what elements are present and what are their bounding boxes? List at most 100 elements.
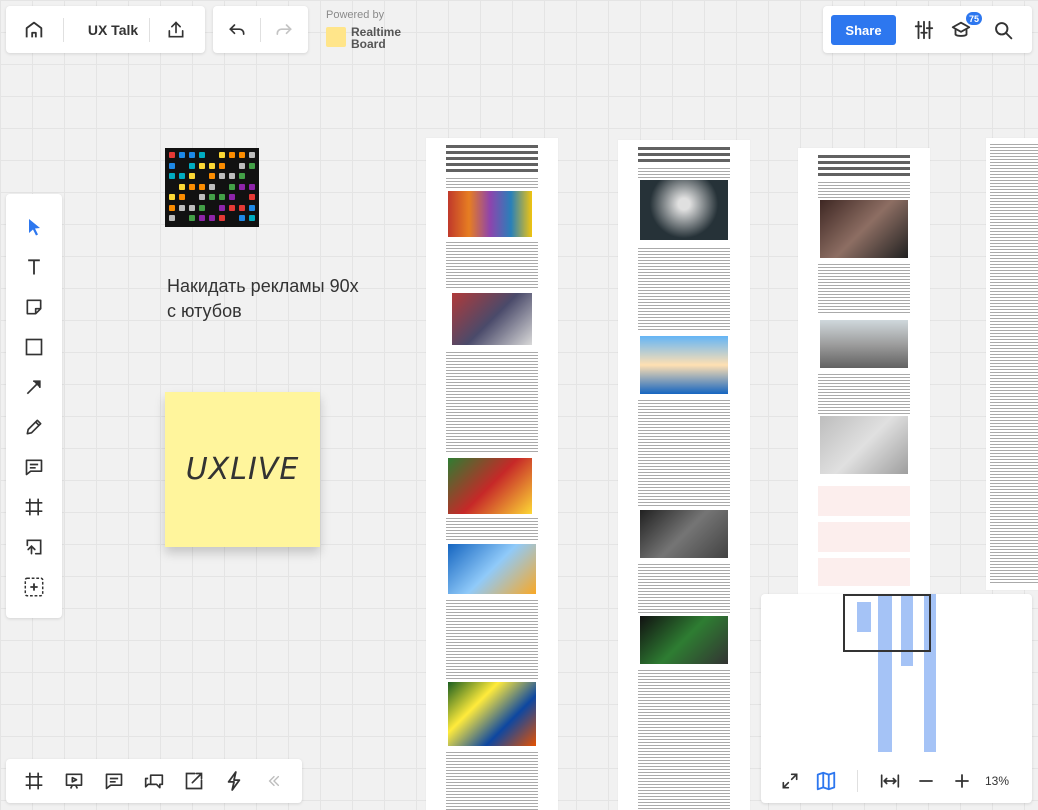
map-icon[interactable]: [813, 768, 839, 794]
desktop-app-icon: [179, 183, 185, 190]
sticky-note-icon[interactable]: [19, 292, 49, 322]
undo-icon[interactable]: [221, 16, 253, 44]
desktop-app-icon: [169, 194, 175, 200]
desktop-screenshot-image[interactable]: [165, 148, 259, 227]
desktop-app-icon: [229, 152, 235, 158]
article-image: [448, 544, 536, 594]
divider: [260, 18, 261, 42]
desktop-app-icon: [179, 152, 185, 158]
article-image: [448, 458, 532, 514]
desktop-app-icon: [209, 215, 215, 221]
article-headline: [818, 155, 910, 177]
desktop-app-icon: [179, 194, 185, 200]
desktop-app-icon: [189, 152, 195, 158]
powered-by[interactable]: Powered by Realtime Board: [326, 9, 401, 50]
desktop-app-icon: [169, 152, 175, 158]
article-text: [818, 264, 910, 314]
desktop-app-icon: [209, 162, 215, 169]
desktop-app-icon: [219, 204, 225, 211]
article-screenshot-3[interactable]: [798, 148, 930, 598]
desktop-app-icon: [239, 152, 245, 158]
history-panel: [213, 6, 308, 53]
realtime-board-logo: [326, 27, 346, 47]
canvas-text-block[interactable]: Накидать рекламы 90х с ютубов: [167, 274, 397, 324]
desktop-app-icon: [199, 152, 205, 158]
board-title[interactable]: UX Talk: [78, 6, 148, 53]
desktop-app-icon: [169, 162, 175, 169]
fit-width-icon[interactable]: [875, 768, 905, 794]
desktop-app-icon: [209, 173, 215, 179]
article-text: [818, 182, 910, 198]
upload-icon[interactable]: [19, 532, 49, 562]
screen-share-icon[interactable]: [180, 768, 208, 794]
desktop-app-icon: [219, 194, 225, 200]
article-text: [818, 374, 910, 414]
article-text: [818, 486, 910, 586]
desktop-app-icon: [249, 162, 255, 169]
desktop-app-icon: [169, 173, 175, 179]
desktop-app-icon: [209, 194, 215, 200]
canvas-text-line-2: с ютубов: [167, 301, 242, 321]
bottom-toolbar: [6, 759, 302, 803]
desktop-app-icon: [239, 215, 245, 221]
share-button[interactable]: Share: [831, 15, 896, 45]
chat-icon[interactable]: [100, 768, 128, 794]
minimap-viewport[interactable]: [843, 594, 931, 652]
home-icon[interactable]: [16, 16, 52, 44]
article-screenshot-1[interactable]: [426, 138, 558, 810]
desktop-app-icon: [189, 204, 195, 211]
text-icon[interactable]: [19, 252, 49, 282]
article-screenshot-4[interactable]: [986, 138, 1038, 590]
cursor-icon[interactable]: [19, 212, 49, 242]
desktop-app-icon: [189, 162, 195, 169]
article-image: [820, 200, 908, 258]
desktop-app-icon: [189, 215, 195, 221]
frame-icon[interactable]: [19, 492, 49, 522]
zoom-level[interactable]: 13%: [985, 774, 1009, 788]
desktop-app-icon: [219, 152, 225, 158]
export-icon[interactable]: [158, 16, 194, 44]
powered-by-label: Powered by: [326, 9, 385, 21]
desktop-app-icon: [169, 215, 175, 221]
presentation-icon[interactable]: [60, 768, 88, 794]
desktop-app-icon: [239, 173, 245, 179]
desktop-app-icon: [239, 204, 245, 211]
canvas-text-line-1: Накидать рекламы 90х: [167, 276, 359, 296]
fullscreen-icon[interactable]: [777, 768, 803, 794]
article-image: [640, 616, 728, 664]
article-text: [446, 352, 538, 452]
settings-sliders-icon[interactable]: [909, 16, 939, 44]
shape-icon[interactable]: [19, 332, 49, 362]
brand-line-2: Board: [351, 37, 386, 51]
left-toolbar: [6, 194, 62, 618]
redo-icon[interactable]: [268, 16, 300, 44]
desktop-app-icon: [219, 215, 225, 221]
article-image: [452, 293, 532, 345]
pen-icon[interactable]: [19, 412, 49, 442]
desktop-app-icon: [249, 194, 255, 200]
desktop-app-icon: [199, 204, 205, 211]
activity-icon[interactable]: [220, 768, 248, 794]
desktop-app-icon: [209, 183, 215, 190]
zoom-out-icon[interactable]: [913, 768, 939, 794]
comments-icon[interactable]: [140, 768, 168, 794]
article-text: [446, 242, 538, 290]
desktop-app-icon: [229, 183, 235, 190]
minimap[interactable]: 13%: [761, 594, 1032, 803]
sticky-note-text: UXLIVE: [185, 452, 300, 487]
zoom-in-icon[interactable]: [949, 768, 975, 794]
desktop-app-icon: [239, 162, 245, 169]
comment-icon[interactable]: [19, 452, 49, 482]
desktop-app-icon: [249, 204, 255, 211]
divider: [63, 18, 64, 42]
more-tools-icon[interactable]: [19, 572, 49, 602]
article-screenshot-2[interactable]: [618, 140, 750, 810]
arrow-icon[interactable]: [19, 372, 49, 402]
article-text: [446, 752, 538, 810]
desktop-app-icon: [219, 173, 225, 179]
sticky-note[interactable]: UXLIVE: [165, 392, 320, 547]
search-icon[interactable]: [987, 16, 1019, 44]
article-text: [638, 400, 730, 506]
frames-icon[interactable]: [20, 768, 48, 794]
collapse-icon[interactable]: [260, 768, 288, 794]
